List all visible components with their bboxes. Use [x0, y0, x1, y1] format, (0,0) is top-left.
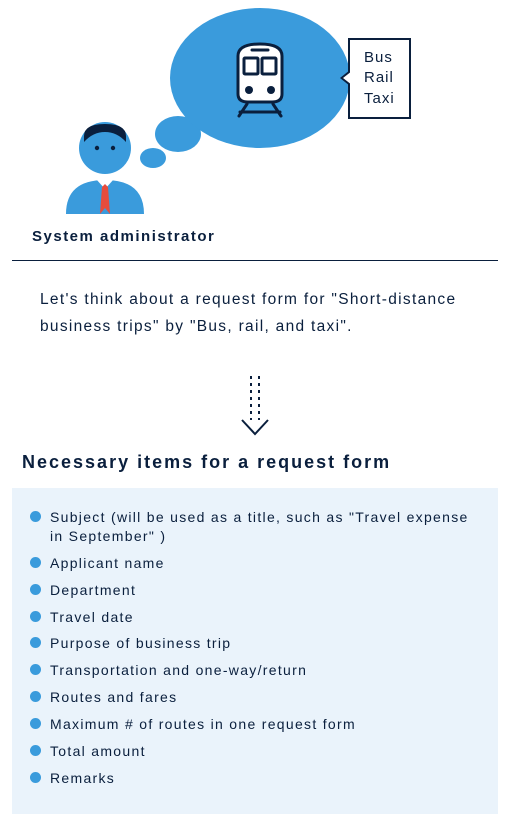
list-item-text: Remarks: [50, 770, 115, 786]
person-icon: [60, 116, 150, 221]
list-item-text: Routes and fares: [50, 689, 177, 705]
speech-bubble: Bus Rail Taxi: [348, 38, 411, 119]
list-item-text: Travel date: [50, 609, 134, 625]
list-item: Applicant name: [30, 554, 480, 573]
items-list-box: Subject (will be used as a title, such a…: [12, 488, 498, 814]
list-item: Total amount: [30, 742, 480, 761]
intro-text: Let's think about a request form for "Sh…: [40, 286, 470, 340]
thought-bubble-main: [170, 8, 350, 148]
list-item: Subject (will be used as a title, such a…: [30, 508, 480, 546]
list-item-text: Applicant name: [50, 555, 165, 571]
items-list: Subject (will be used as a title, such a…: [30, 508, 480, 788]
list-item-text: Maximum # of routes in one request form: [50, 716, 356, 732]
illustration-area: Bus Rail Taxi System administrator: [0, 0, 510, 255]
train-icon: [227, 38, 293, 118]
list-item: Travel date: [30, 608, 480, 627]
list-item-text: Transportation and one-way/return: [50, 662, 307, 678]
section-title: Necessary items for a request form: [22, 452, 488, 473]
person-caption: System administrator: [32, 228, 215, 245]
speech-line-1: Bus: [364, 48, 395, 68]
list-item: Transportation and one-way/return: [30, 661, 480, 680]
divider: [12, 260, 498, 261]
speech-line-2: Rail: [364, 68, 395, 88]
list-item-text: Department: [50, 582, 136, 598]
list-item: Remarks: [30, 769, 480, 788]
speech-line-3: Taxi: [364, 89, 395, 109]
list-item: Department: [30, 581, 480, 600]
list-item-text: Purpose of business trip: [50, 635, 231, 651]
down-arrow-icon: [240, 376, 270, 443]
list-item: Purpose of business trip: [30, 634, 480, 653]
list-item: Routes and fares: [30, 688, 480, 707]
list-item-text: Subject (will be used as a title, such a…: [50, 509, 469, 544]
list-item: Maximum # of routes in one request form: [30, 715, 480, 734]
list-item-text: Total amount: [50, 743, 146, 759]
